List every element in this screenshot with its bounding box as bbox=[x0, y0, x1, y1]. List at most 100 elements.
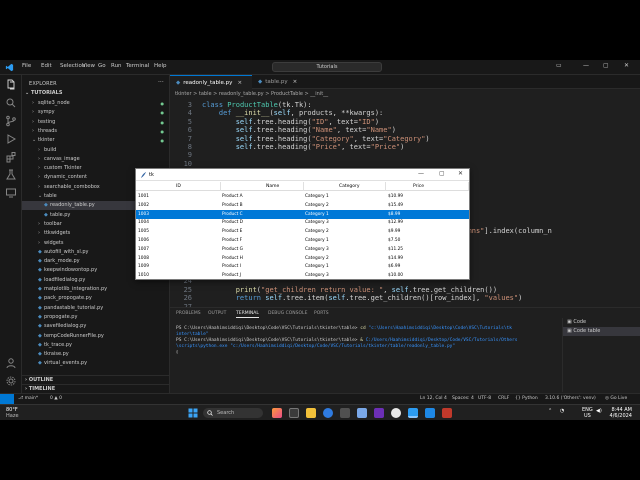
breadcrumb[interactable]: tkinter > table > readonly_table.py > Pr… bbox=[170, 89, 640, 99]
network-icon[interactable]: ◔ bbox=[560, 408, 564, 414]
indentation-status[interactable]: Spaces: 4 bbox=[452, 394, 474, 404]
tree-item[interactable]: ◆ virtual_events.py bbox=[22, 359, 169, 368]
tree-item[interactable]: › threads ● bbox=[22, 127, 169, 136]
tab-table-py[interactable]: ◆ table.py × bbox=[252, 75, 298, 89]
tray-overflow-icon[interactable]: ⌃ bbox=[548, 408, 552, 414]
go-live-button[interactable]: ◎ Go Live bbox=[605, 394, 627, 404]
workspace-section-header[interactable]: ⌄ TUTORIALS bbox=[25, 90, 62, 96]
timeline-section[interactable]: › TIMELINE bbox=[22, 384, 169, 393]
panel-tab-terminal[interactable]: TERMINAL bbox=[236, 311, 259, 318]
table-row[interactable]: 1002 Product B Category 2 $15.49 bbox=[136, 201, 469, 210]
python-app-icon[interactable] bbox=[425, 408, 435, 418]
run-debug-icon[interactable] bbox=[5, 133, 17, 145]
account-icon[interactable] bbox=[5, 357, 17, 369]
menu-file[interactable]: File bbox=[22, 63, 31, 69]
table-row[interactable]: 1009 Product I Category 1 $6.99 bbox=[136, 262, 469, 271]
tree-item[interactable]: ◆ tk_trace.py bbox=[22, 341, 169, 350]
table-row[interactable]: 1010 Product J Category 3 $10.00 bbox=[136, 271, 469, 280]
input-language[interactable]: ENG US bbox=[582, 407, 593, 419]
tree-item[interactable]: ⌄ tkinter ● bbox=[22, 136, 169, 145]
layout-icon[interactable]: ▭ bbox=[556, 62, 562, 69]
microsoft-store-icon[interactable] bbox=[340, 408, 350, 418]
copilot-icon[interactable] bbox=[272, 408, 282, 418]
mail-icon[interactable] bbox=[357, 408, 367, 418]
cursor-position[interactable]: Ln 12, Col 4 bbox=[420, 394, 447, 404]
encoding-status[interactable]: UTF-8 bbox=[478, 394, 491, 404]
table-row[interactable]: 1001 Product A Category 1 $10.99 bbox=[136, 192, 469, 201]
panel-tab-ports[interactable]: PORTS bbox=[314, 311, 329, 316]
command-center[interactable]: Tutorials bbox=[272, 62, 382, 72]
vscode-taskbar-icon[interactable] bbox=[408, 408, 418, 418]
tree-item[interactable]: › canvas_image bbox=[22, 155, 169, 164]
menu-terminal[interactable]: Terminal bbox=[126, 63, 149, 69]
settings-gear-icon[interactable] bbox=[5, 375, 17, 387]
tk-maximize-icon[interactable]: ▢ bbox=[439, 170, 445, 177]
menu-go[interactable]: Go bbox=[98, 63, 106, 69]
table-row[interactable]: 1004 Product D Category 3 $12.99 bbox=[136, 218, 469, 227]
table-row[interactable]: 1005 Product E Category 2 $9.99 bbox=[136, 227, 469, 236]
column-header-price[interactable]: Price bbox=[386, 182, 469, 191]
task-view-icon[interactable] bbox=[289, 408, 299, 418]
clock[interactable]: 8:44 AM 4/6/2024 bbox=[606, 407, 632, 419]
terminal-instance[interactable]: ▣ Code bbox=[563, 318, 640, 327]
tab-readonly-table-py[interactable]: ◆ readonly_table.py × bbox=[170, 75, 252, 89]
close-icon[interactable]: ✕ bbox=[624, 62, 629, 69]
panel-tab-debug-console[interactable]: DEBUG CONSOLE bbox=[268, 311, 307, 316]
tk-close-icon[interactable]: ✕ bbox=[458, 170, 463, 177]
search-icon[interactable] bbox=[5, 97, 17, 109]
table-row[interactable]: 1003 Product C Category 1 $8.99 bbox=[136, 209, 469, 219]
tk-window[interactable]: tk — ▢ ✕ ID Name Category Price 1001 Product… bbox=[135, 168, 470, 280]
menu-help[interactable]: Help bbox=[154, 63, 167, 69]
testing-icon[interactable] bbox=[5, 169, 17, 181]
branch-status[interactable]: ⎇ main* bbox=[18, 394, 38, 404]
menu-run[interactable]: Run bbox=[111, 63, 122, 69]
explorer-icon[interactable] bbox=[5, 79, 17, 91]
tree-item[interactable]: ◆ pack_propogate.py bbox=[22, 294, 169, 303]
taskbar-search[interactable]: Search bbox=[203, 408, 263, 418]
tree-item[interactable]: ◆ tempCodeRunnerFile.py bbox=[22, 332, 169, 341]
table-row[interactable]: 1006 Product F Category 1 $7.50 bbox=[136, 236, 469, 245]
windows-start-icon[interactable] bbox=[188, 408, 198, 418]
volume-icon[interactable]: ◀) bbox=[596, 408, 602, 414]
weather-widget[interactable]: 80°F Haze bbox=[6, 407, 19, 419]
problems-status[interactable]: 0 ▲ 0 bbox=[50, 394, 62, 404]
column-header-name[interactable]: Name bbox=[221, 182, 304, 191]
remote-explorer-icon[interactable] bbox=[5, 187, 17, 199]
menu-view[interactable]: View bbox=[82, 63, 95, 69]
eol-status[interactable]: CRLF bbox=[498, 394, 509, 404]
tree-item[interactable]: ◆ savefiledialog.py bbox=[22, 322, 169, 331]
column-header-category[interactable]: Category bbox=[304, 182, 386, 191]
tk-title-bar[interactable]: tk — ▢ ✕ bbox=[136, 169, 469, 181]
more-actions-icon[interactable]: ··· bbox=[158, 79, 164, 86]
source-control-icon[interactable] bbox=[5, 115, 17, 127]
tree-item[interactable]: ◆ pandastable_tutorial.py bbox=[22, 304, 169, 313]
minimize-icon[interactable]: — bbox=[583, 62, 589, 69]
edge-browser-icon[interactable] bbox=[323, 408, 333, 418]
extensions-icon[interactable] bbox=[5, 151, 17, 163]
tk-minimize-icon[interactable]: — bbox=[418, 170, 424, 177]
remote-indicator-icon[interactable] bbox=[0, 394, 14, 404]
close-tab-icon[interactable]: × bbox=[293, 79, 298, 85]
chrome-icon[interactable] bbox=[391, 408, 401, 418]
tree-item[interactable]: › sympy ● bbox=[22, 108, 169, 117]
tree-item[interactable]: › sqlite3_node ● bbox=[22, 99, 169, 108]
file-explorer-icon[interactable] bbox=[306, 408, 316, 418]
close-tab-icon[interactable]: × bbox=[237, 80, 242, 86]
table-row[interactable]: 1007 Product G Category 3 $11.25 bbox=[136, 245, 469, 254]
language-mode[interactable]: {} Python bbox=[515, 394, 538, 404]
tree-item[interactable]: ◆ propogate.py bbox=[22, 313, 169, 322]
tree-item[interactable]: ◆ tkraise.py bbox=[22, 350, 169, 359]
terminal-output[interactable]: PS C:\Users\Haahimsiddiqi\Desktop\Code\V… bbox=[176, 326, 560, 386]
panel-tab-problems[interactable]: PROBLEMS bbox=[176, 311, 201, 316]
column-header-id[interactable]: ID bbox=[136, 182, 221, 191]
app-icon[interactable] bbox=[442, 408, 452, 418]
tree-item[interactable]: › build bbox=[22, 146, 169, 155]
teams-icon[interactable] bbox=[374, 408, 384, 418]
panel-tab-output[interactable]: OUTPUT bbox=[208, 311, 226, 316]
menu-edit[interactable]: Edit bbox=[41, 63, 52, 69]
outline-section[interactable]: › OUTLINE bbox=[22, 375, 169, 384]
table-row[interactable]: 1008 Product H Category 2 $14.99 bbox=[136, 254, 469, 263]
tree-item[interactable]: › testing ● bbox=[22, 118, 169, 127]
terminal-instance[interactable]: ▣ Code table bbox=[563, 327, 640, 336]
tree-item[interactable]: ◆ matplotlib_integration.py bbox=[22, 285, 169, 294]
